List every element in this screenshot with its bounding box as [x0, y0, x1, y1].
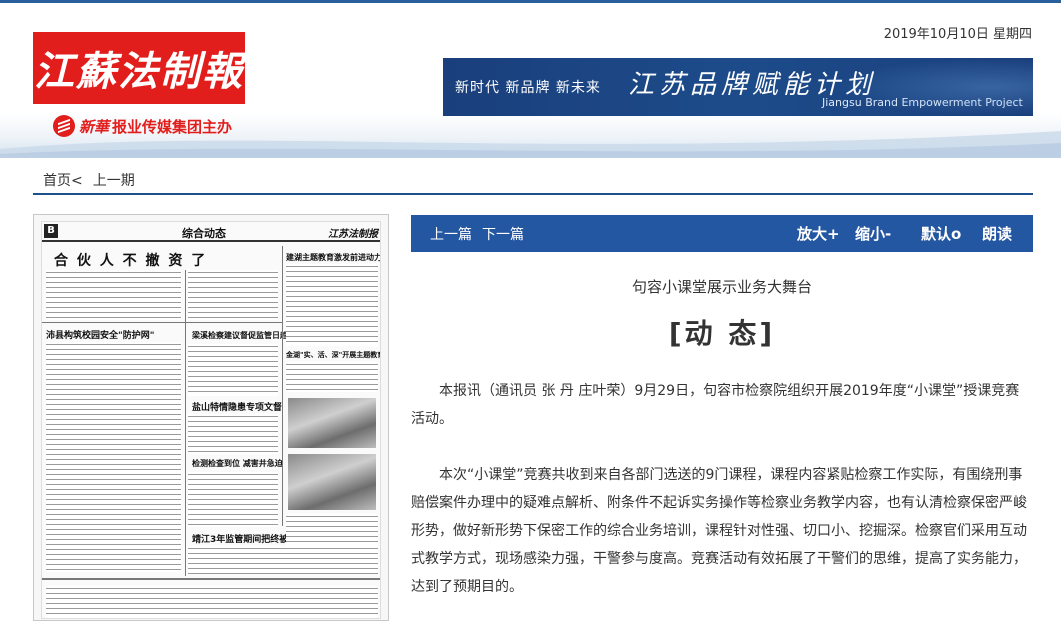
- page-section-title: 综合动态: [182, 227, 226, 240]
- article-subtitle: 句容小课堂展示业务大舞台: [631, 278, 812, 296]
- home-link[interactable]: 首页<: [43, 170, 83, 190]
- article-title: [动 态]: [668, 317, 776, 350]
- newspaper-page-header: B 综合动态 江苏法制报: [42, 222, 380, 242]
- publisher-brand: 新華: [79, 117, 110, 136]
- article-text-block: [46, 270, 181, 320]
- nav-divider: [33, 193, 1033, 195]
- brand-banner[interactable]: 新时代 新品牌 新未来 江苏品牌赋能计划 Jiangsu Brand Empow…: [443, 58, 1033, 116]
- newspaper-headline[interactable]: 金湖"实、活、深"开展主题教育: [286, 350, 380, 360]
- page-code: B: [44, 224, 58, 238]
- breadcrumb-nav: 首页< 上一期: [43, 170, 135, 190]
- read-aloud-button[interactable]: 朗读: [982, 223, 1012, 244]
- zoom-out-button[interactable]: 缩小-: [855, 223, 891, 244]
- article-text-block: [46, 586, 378, 618]
- article-text-block: [286, 264, 378, 346]
- newspaper-photo: [288, 398, 376, 448]
- article-text-block: [188, 344, 278, 396]
- section-rule: [42, 578, 380, 580]
- next-article-link[interactable]: 下一篇: [482, 224, 524, 244]
- previous-issue-link[interactable]: 上一期: [93, 170, 135, 190]
- article-paragraph: 本报讯（通讯员 张 丹 庄叶荣）9月29日，句容市检察院组织开展2019年度“小…: [411, 383, 1020, 427]
- page-masthead: 江苏法制报: [328, 229, 378, 240]
- section-rule: [42, 322, 185, 323]
- previous-article-link[interactable]: 上一篇: [430, 224, 472, 244]
- banner-subtitle: Jiangsu Brand Empowerment Project: [822, 96, 1023, 109]
- article-text-block: [188, 546, 378, 574]
- article-toolbar: 上一篇 下一篇 放大+ 缩小- 默认o 朗读: [411, 215, 1033, 252]
- default-size-button[interactable]: 默认o: [921, 223, 961, 244]
- site-logo-text: 江蘇法制報: [34, 48, 244, 95]
- column-rule: [282, 246, 283, 526]
- publisher-text: 报业传媒集团主办: [112, 117, 233, 136]
- newspaper-headline[interactable]: 建湖主题教育激发前进动力: [286, 252, 380, 263]
- site-logo[interactable]: 江蘇法制報: [33, 32, 245, 104]
- banner-slogan: 新时代 新品牌 新未来: [455, 80, 601, 96]
- article-paragraph: 本次“小课堂”竞赛共收到来自各部门选送的9门课程，课程内容紧贴检察工作实际，有围…: [411, 467, 1027, 595]
- newspaper-photo: [288, 454, 376, 510]
- article-text-block: [188, 270, 278, 320]
- newspaper-headline[interactable]: 盐山特情隐患专项文督: [192, 400, 282, 413]
- newspaper-headline[interactable]: 合 伙 人 不 撤 资 了: [54, 250, 207, 270]
- newspaper-headline[interactable]: 检测检查到位 减害井急迫: [192, 458, 283, 469]
- column-rule: [185, 270, 186, 576]
- article-text-block: [46, 342, 181, 572]
- newspaper-page-thumbnail[interactable]: B 综合动态 江苏法制报 合 伙 人 不 撤 资 了 建湖主题教育激发前进动力 …: [33, 214, 389, 621]
- publisher-logo: 新華 报业传媒集团主办: [53, 115, 232, 137]
- article-text-block: [286, 362, 378, 392]
- article-text-block: [188, 414, 278, 454]
- section-rule: [185, 322, 282, 323]
- newspaper-headline[interactable]: 沛县构筑校园安全"防护网": [46, 328, 154, 341]
- zoom-in-button[interactable]: 放大+: [797, 223, 840, 244]
- article-text-block: [188, 472, 278, 527]
- xinhua-emblem-icon: [53, 115, 75, 137]
- issue-date: 2019年10月10日 星期四: [883, 27, 1032, 42]
- site-header: 江蘇法制報 新華 报业传媒集团主办 2019年10月10日 星期四 新时代 新品…: [0, 3, 1061, 158]
- newspaper-page: B 综合动态 江苏法制报 合 伙 人 不 撤 资 了 建湖主题教育激发前进动力 …: [41, 221, 381, 619]
- banner-title: 江苏品牌赋能计划: [628, 70, 877, 100]
